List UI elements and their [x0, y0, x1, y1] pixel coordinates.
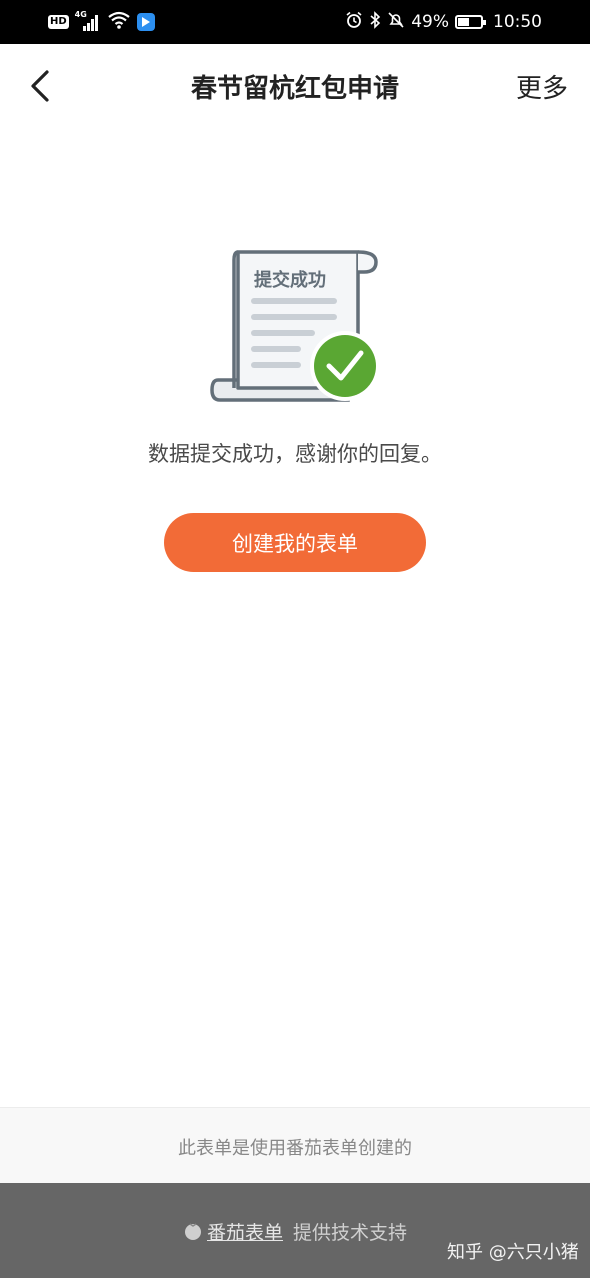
- success-message: 数据提交成功，感谢你的回复。: [148, 442, 442, 466]
- brand-link[interactable]: 番茄表单: [207, 1218, 283, 1245]
- footer-note: 此表单是使用番茄表单创建的: [0, 1107, 590, 1184]
- create-form-button[interactable]: 创建我的表单: [164, 513, 426, 572]
- illustration-label: 提交成功: [254, 270, 326, 291]
- mute-bell-icon: [387, 11, 405, 34]
- battery-fill: [458, 18, 469, 26]
- cellular-signal-icon: 4G: [74, 10, 101, 32]
- hd-icon: HD: [48, 15, 69, 29]
- navigation-bar: 春节留杭红包申请 更多: [0, 44, 590, 124]
- brand-credit: 番茄表单 提供技术支持: [183, 1218, 408, 1245]
- page-title: 春节留杭红包申请: [190, 74, 399, 104]
- watermark: 知乎 @六只小猪: [447, 1242, 579, 1263]
- status-right: 49% 10:50: [345, 10, 542, 34]
- more-button[interactable]: 更多: [516, 68, 568, 105]
- tomato-logo-icon: [185, 1223, 201, 1240]
- brand-support-text: 提供技术支持: [293, 1221, 408, 1244]
- wifi-icon: [107, 11, 131, 33]
- alarm-icon: [345, 11, 363, 34]
- footer-bar: 番茄表单 提供技术支持 知乎 @六只小猪: [0, 1183, 590, 1278]
- status-bar: HD 4G 49% 10:50: [0, 0, 590, 44]
- clock-time: 10:50: [493, 12, 542, 32]
- network-type-label: 4G: [74, 10, 87, 19]
- battery-percent: 49%: [411, 12, 449, 32]
- battery-icon: [455, 15, 486, 29]
- status-left: HD 4G: [48, 10, 155, 34]
- app-notification-icon: [136, 13, 155, 31]
- footer-note-text: 此表单是使用番茄表单创建的: [178, 1138, 412, 1159]
- bluetooth-icon: [369, 10, 381, 34]
